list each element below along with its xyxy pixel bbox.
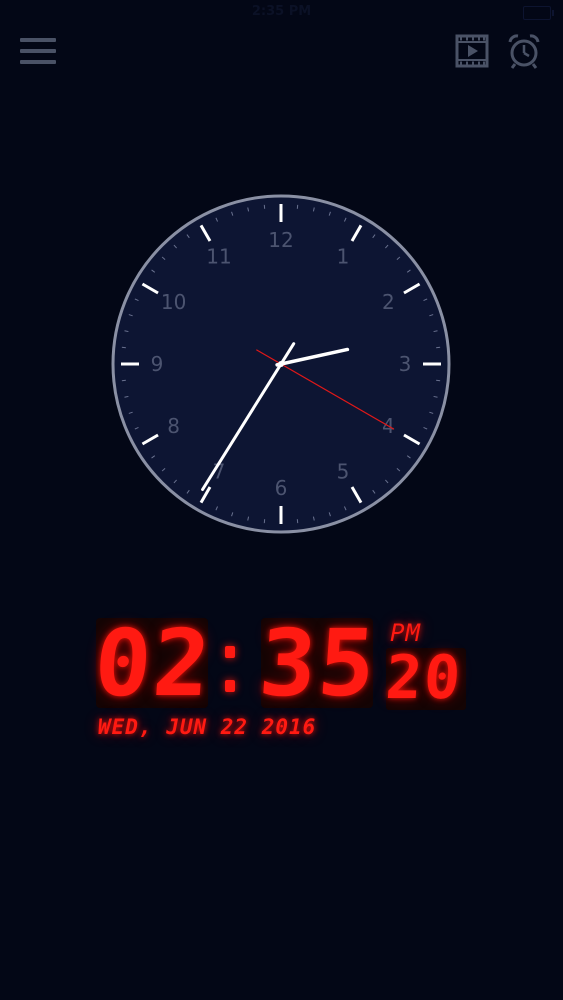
digital-seconds: 20	[383, 643, 465, 713]
digital-minutes: 35	[255, 610, 381, 717]
center-pin	[278, 361, 284, 367]
clock-numeral: 9	[151, 352, 164, 376]
clock-numeral: 12	[268, 228, 293, 252]
clock-numeral: 10	[161, 290, 186, 314]
status-time: 2:35 PM	[251, 4, 312, 19]
clock-numeral: 3	[399, 352, 412, 376]
clock-numeral: 5	[337, 459, 350, 483]
hamburger-menu-icon	[20, 38, 56, 42]
digital-hours: 02	[90, 610, 216, 717]
clock-numeral: 6	[275, 476, 288, 500]
digital-clock: 02 35 PM 20 WED, JUN 22 2016	[91, 610, 476, 748]
digital-ampm: PM	[390, 619, 421, 647]
clock-numeral: 2	[382, 290, 395, 314]
battery-icon	[523, 6, 554, 20]
alarm-button[interactable]	[505, 32, 543, 70]
clock-numeral: 8	[167, 414, 180, 438]
analog-clock: 121234567891011	[111, 194, 451, 534]
alarm-clock-icon	[508, 34, 540, 69]
film-play-icon	[455, 34, 489, 68]
video-button[interactable]	[455, 34, 489, 68]
menu-button[interactable]	[20, 38, 58, 68]
digital-colon	[222, 636, 236, 696]
clock-numeral: 11	[206, 245, 231, 269]
digital-date: WED, JUN 22 2016	[98, 715, 317, 739]
status-bar: 2:35 PM	[0, 0, 563, 26]
clock-numeral: 1	[337, 245, 350, 269]
